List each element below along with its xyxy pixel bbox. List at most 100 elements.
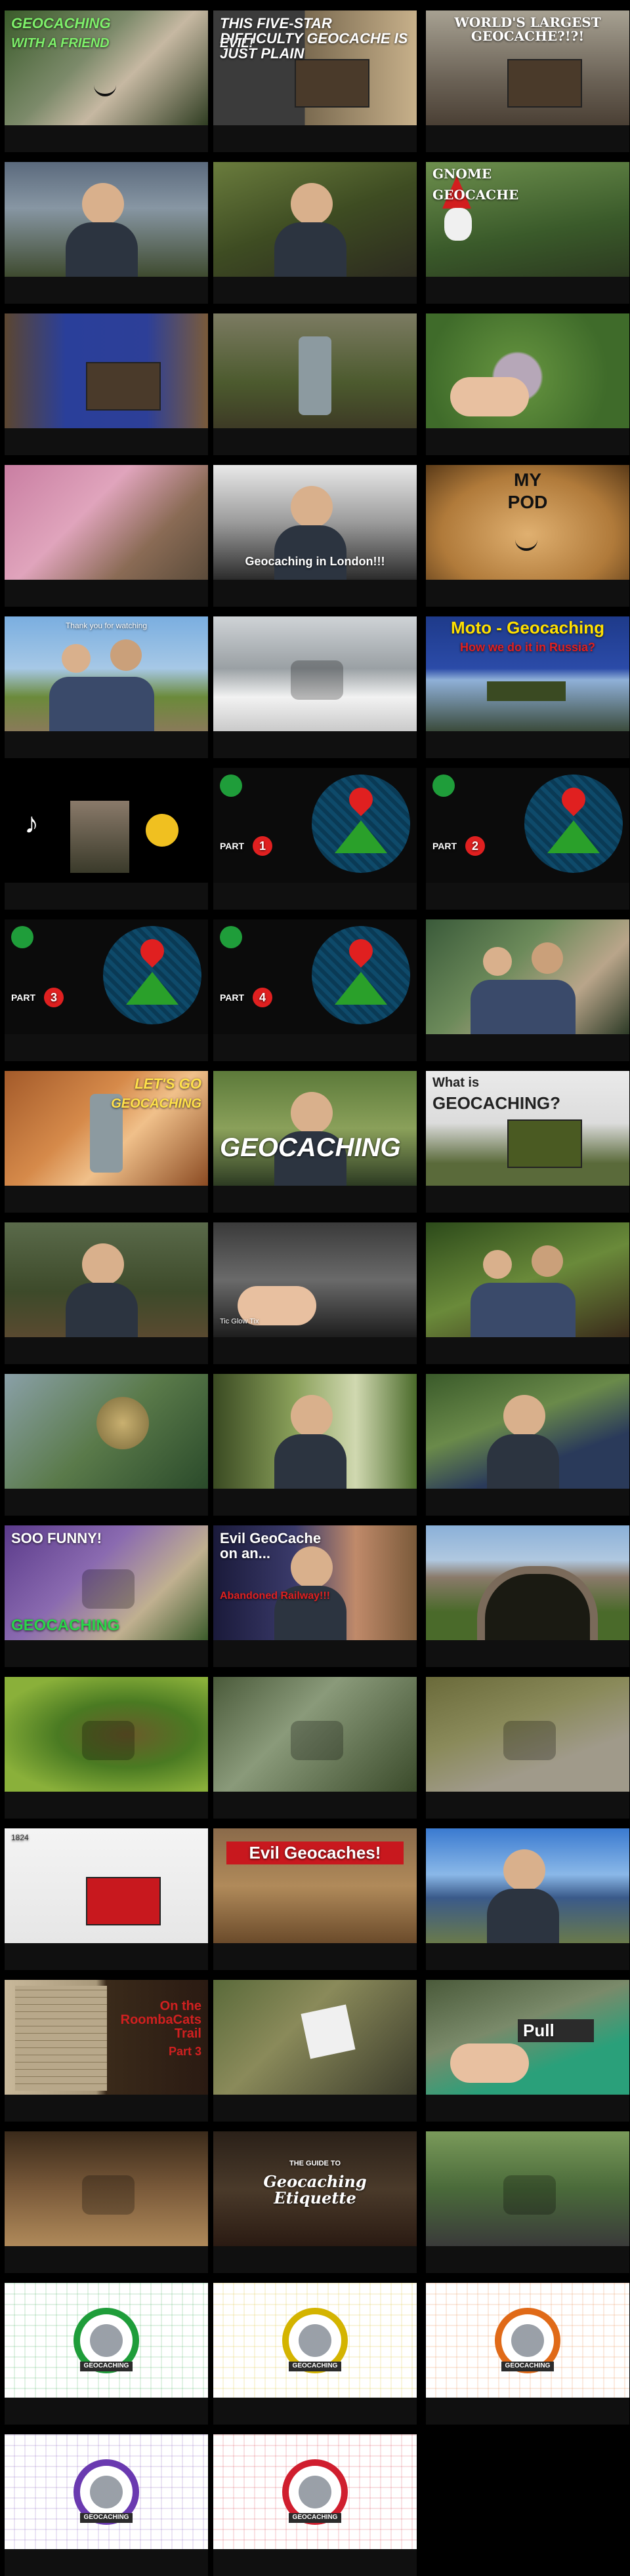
video-tile[interactable]: GEOCACHING WITH A FRIEND <box>5 10 208 152</box>
video-tile[interactable]: PART 1 <box>213 768 417 910</box>
video-tile[interactable] <box>5 1677 208 1819</box>
video-tile[interactable] <box>5 1222 208 1364</box>
video-thumbnail[interactable]: GEOCACHING <box>213 1071 417 1186</box>
video-thumbnail[interactable]: Geocaching in London!!! <box>213 465 417 580</box>
video-thumbnail[interactable] <box>426 1374 629 1489</box>
video-thumbnail[interactable] <box>426 1828 629 1944</box>
video-thumbnail[interactable]: GEOCACHING <box>426 2283 629 2398</box>
video-tile[interactable] <box>426 1374 629 1516</box>
video-tile[interactable] <box>426 1525 629 1667</box>
video-thumbnail[interactable] <box>5 162 208 277</box>
video-thumbnail[interactable]: PART 2 <box>426 768 629 883</box>
video-thumbnail[interactable]: GEOCACHING WITH A FRIEND <box>5 10 208 126</box>
video-tile[interactable]: PART 3 <box>5 919 208 1061</box>
video-thumbnail[interactable]: PART 4 <box>213 919 417 1035</box>
video-thumbnail[interactable]: GNOME GEOCACHE <box>426 162 629 277</box>
video-thumbnail[interactable]: WORLD'S LARGEST GEOCACHE?!?! <box>426 10 629 126</box>
video-tile[interactable]: Moto - Geocaching How we do it in Russia? <box>426 616 629 758</box>
video-tile[interactable]: GEOCACHING <box>5 2283 208 2425</box>
video-tile[interactable]: 1824 <box>5 1828 208 1970</box>
video-thumbnail[interactable]: What is GEOCACHING? <box>426 1071 629 1186</box>
video-tile[interactable] <box>426 2131 629 2273</box>
video-thumbnail[interactable] <box>426 1222 629 1338</box>
video-thumbnail[interactable]: LET'S GO GEOCACHING <box>5 1071 208 1186</box>
video-tile[interactable]: WORLD'S LARGEST GEOCACHE?!?! <box>426 10 629 152</box>
video-thumbnail[interactable] <box>5 2131 208 2247</box>
video-tile[interactable]: On the RoombaCats Trail Part 3 <box>5 1980 208 2122</box>
video-tile[interactable]: Geocaching in London!!! <box>213 465 417 607</box>
video-thumbnail[interactable]: Moto - Geocaching How we do it in Russia? <box>426 616 629 732</box>
video-tile[interactable] <box>426 1222 629 1364</box>
video-tile[interactable]: GEOCACHING <box>5 2434 208 2576</box>
video-tile[interactable]: GEOCACHING <box>426 2283 629 2425</box>
video-tile[interactable]: Evil GeoCache on an... Abandoned Railway!… <box>213 1525 417 1667</box>
video-tile[interactable]: GEOCACHING <box>213 2434 417 2576</box>
video-tile[interactable]: What is GEOCACHING? <box>426 1071 629 1213</box>
video-thumbnail[interactable]: PART 3 <box>5 919 208 1035</box>
video-thumbnail[interactable] <box>213 162 417 277</box>
video-tile[interactable] <box>213 1374 417 1516</box>
video-thumbnail[interactable] <box>426 1525 629 1641</box>
video-tile[interactable]: Pull <box>426 1980 629 2122</box>
video-tile[interactable]: GEOCACHING <box>213 2283 417 2425</box>
video-tile[interactable]: Evil Geocaches! <box>213 1828 417 1970</box>
video-tile[interactable]: ♪ <box>5 768 208 910</box>
video-thumbnail[interactable] <box>213 616 417 732</box>
video-tile[interactable] <box>5 162 208 304</box>
video-tile[interactable] <box>213 313 417 455</box>
video-thumbnail[interactable]: SOO FUNNY! GEOCACHING <box>5 1525 208 1641</box>
video-thumbnail[interactable] <box>5 1677 208 1792</box>
video-tile[interactable]: PART 4 <box>213 919 417 1061</box>
video-thumbnail[interactable]: Evil Geocaches! <box>213 1828 417 1944</box>
video-thumbnail[interactable]: THIS FIVE-STAR DIFFICULTY GEOCACHE IS JU… <box>213 10 417 126</box>
video-thumbnail[interactable]: Evil GeoCache on an... Abandoned Railway!… <box>213 1525 417 1641</box>
video-tile[interactable]: Thank you for watching <box>5 616 208 758</box>
video-tile[interactable] <box>5 1374 208 1516</box>
video-tile[interactable] <box>213 1677 417 1819</box>
video-tile[interactable] <box>426 1677 629 1819</box>
video-tile[interactable]: THE GUIDE TO Geocaching Etiquette <box>213 2131 417 2273</box>
video-thumbnail[interactable] <box>213 1677 417 1792</box>
video-tile[interactable] <box>213 616 417 758</box>
video-thumbnail[interactable]: 1824 <box>5 1828 208 1944</box>
video-thumbnail[interactable]: Thank you for watching <box>5 616 208 732</box>
video-thumbnail[interactable]: ♪ <box>5 768 208 883</box>
video-tile[interactable] <box>213 162 417 304</box>
video-tile[interactable]: SOO FUNNY! GEOCACHING <box>5 1525 208 1667</box>
video-thumbnail[interactable] <box>426 2131 629 2247</box>
video-thumbnail[interactable]: PART 1 <box>213 768 417 883</box>
video-thumbnail[interactable] <box>5 465 208 580</box>
video-tile[interactable]: GEOCACHING <box>213 1071 417 1213</box>
video-tile[interactable] <box>5 313 208 455</box>
video-thumbnail[interactable]: Pull <box>426 1980 629 2095</box>
video-thumbnail[interactable] <box>426 313 629 429</box>
video-tile[interactable] <box>426 313 629 455</box>
video-thumbnail[interactable] <box>426 1677 629 1792</box>
video-tile[interactable]: PART 2 <box>426 768 629 910</box>
video-thumbnail[interactable] <box>5 313 208 429</box>
video-thumbnail[interactable] <box>426 919 629 1035</box>
video-thumbnail[interactable] <box>213 313 417 429</box>
video-tile[interactable]: THIS FIVE-STAR DIFFICULTY GEOCACHE IS JU… <box>213 10 417 152</box>
video-thumbnail[interactable]: THE GUIDE TO Geocaching Etiquette <box>213 2131 417 2247</box>
video-thumbnail[interactable] <box>213 1980 417 2095</box>
video-tile[interactable]: LET'S GO GEOCACHING <box>5 1071 208 1213</box>
video-thumbnail[interactable]: GEOCACHING <box>5 2434 208 2550</box>
video-tile[interactable]: MY POD <box>426 465 629 607</box>
video-tile[interactable] <box>213 1980 417 2122</box>
video-tile[interactable] <box>5 465 208 607</box>
video-thumbnail[interactable]: On the RoombaCats Trail Part 3 <box>5 1980 208 2095</box>
video-thumbnail[interactable] <box>213 1374 417 1489</box>
video-thumbnail[interactable] <box>5 1222 208 1338</box>
video-thumbnail[interactable]: GEOCACHING <box>213 2283 417 2398</box>
video-thumbnail[interactable]: GEOCACHING <box>5 2283 208 2398</box>
video-thumbnail[interactable]: GEOCACHING <box>213 2434 417 2550</box>
video-tile[interactable]: Tic Glow Tix <box>213 1222 417 1364</box>
video-tile[interactable] <box>5 2131 208 2273</box>
video-tile[interactable] <box>426 1828 629 1970</box>
video-thumbnail[interactable]: MY POD <box>426 465 629 580</box>
video-tile[interactable]: GNOME GEOCACHE <box>426 162 629 304</box>
video-thumbnail[interactable]: Tic Glow Tix <box>213 1222 417 1338</box>
video-tile[interactable] <box>426 919 629 1061</box>
video-thumbnail[interactable] <box>5 1374 208 1489</box>
